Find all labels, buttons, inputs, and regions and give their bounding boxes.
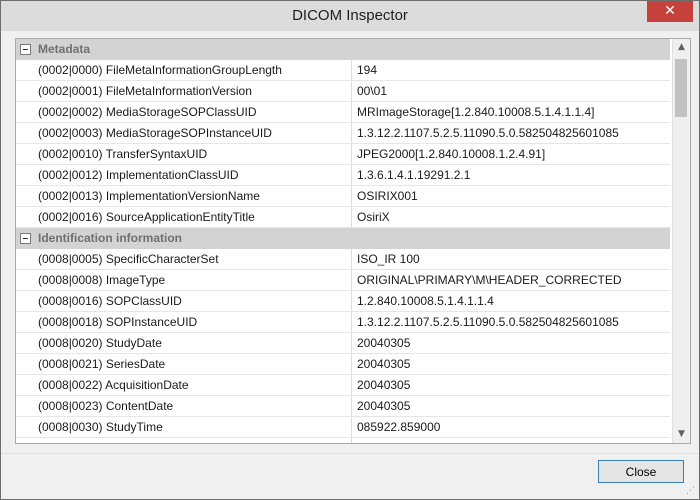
- footer-divider: [1, 453, 699, 454]
- property-value[interactable]: MRImageStorage[1.2.840.10008.5.1.4.1.1.4…: [352, 102, 670, 122]
- property-value[interactable]: 1.3.6.1.4.1.19291.2.1: [352, 165, 670, 185]
- window-title: DICOM Inspector: [292, 7, 408, 24]
- property-name: (0008|0018) SOPInstanceUID: [34, 312, 352, 332]
- property-name: (0002|0010) TransferSyntaxUID: [34, 144, 352, 164]
- scroll-thumb[interactable]: [675, 59, 687, 117]
- property-row[interactable]: (0008|0018) SOPInstanceUID 1.3.12.2.1107.…: [16, 312, 670, 333]
- category-label: Metadata: [38, 42, 91, 56]
- property-name: (0008|0022) AcquisitionDate: [34, 375, 352, 395]
- collapse-toggle-icon[interactable]: [20, 233, 31, 244]
- property-name: (0008|0005) SpecificCharacterSet: [34, 249, 352, 269]
- property-value[interactable]: 085922.859000: [352, 417, 670, 437]
- vertical-scrollbar[interactable]: ▲ ▼: [672, 39, 690, 443]
- scroll-down-icon[interactable]: ▼: [673, 426, 690, 443]
- resize-grip-icon[interactable]: ⋰: [686, 486, 696, 496]
- close-button[interactable]: Close: [598, 460, 684, 483]
- property-row[interactable]: (0002|0013) ImplementationVersionName OSI…: [16, 186, 670, 207]
- property-name: (0008|0030) StudyTime: [34, 417, 352, 437]
- dicom-inspector-window: DICOM Inspector ✕ Metadata (0002|0000) Fi…: [0, 0, 700, 500]
- property-row[interactable]: (0008|0030) StudyTime 085922.859000: [16, 417, 670, 438]
- property-name: (0002|0016) SourceApplicationEntityTitle: [34, 207, 352, 227]
- property-row[interactable]: (0008|0021) SeriesDate 20040305: [16, 354, 670, 375]
- property-row[interactable]: (0008|0022) AcquisitionDate 20040305: [16, 375, 670, 396]
- property-row[interactable]: (0008|0008) ImageType ORIGINAL\PRIMARY\M\…: [16, 270, 670, 291]
- property-value[interactable]: 1.3.12.2.1107.5.2.5.11090.5.0.5825048256…: [352, 312, 670, 332]
- property-row[interactable]: (0008|0020) StudyDate 20040305: [16, 333, 670, 354]
- property-rows: Metadata (0002|0000) FileMetaInformationG…: [16, 39, 670, 443]
- property-name: (0002|0001) FileMetaInformationVersion: [34, 81, 352, 101]
- property-value[interactable]: 00\01: [352, 81, 670, 101]
- scroll-up-icon[interactable]: ▲: [673, 39, 690, 56]
- property-value[interactable]: 1.3.12.2.1107.5.2.5.11090.5.0.5825048256…: [352, 123, 670, 143]
- property-value[interactable]: 20040305: [352, 375, 670, 395]
- category-row[interactable]: Metadata: [16, 39, 670, 60]
- collapse-toggle-icon[interactable]: [20, 44, 31, 55]
- property-row[interactable]: (0002|0000) FileMetaInformationGroupLeng…: [16, 60, 670, 81]
- property-name: (0002|0000) FileMetaInformationGroupLeng…: [34, 60, 352, 80]
- property-name: (0008|0023) ContentDate: [34, 396, 352, 416]
- property-name: (0002|0002) MediaStorageSOPClassUID: [34, 102, 352, 122]
- property-value[interactable]: ISO_IR 100: [352, 249, 670, 269]
- property-name: (0002|0013) ImplementationVersionName: [34, 186, 352, 206]
- property-row[interactable]: (0008|0016) SOPClassUID 1.2.840.10008.5.1…: [16, 291, 670, 312]
- property-name: (0008|0031) SeriesTime: [34, 438, 352, 443]
- property-value[interactable]: 20040305: [352, 333, 670, 353]
- property-row[interactable]: (0002|0002) MediaStorageSOPClassUID MRIma…: [16, 102, 670, 123]
- property-value[interactable]: ORIGINAL\PRIMARY\M\HEADER_CORRECTED: [352, 270, 670, 290]
- property-row[interactable]: (0002|0003) MediaStorageSOPInstanceUID 1.…: [16, 123, 670, 144]
- property-grid: Metadata (0002|0000) FileMetaInformationG…: [15, 38, 691, 444]
- property-row[interactable]: (0002|0012) ImplementationClassUID 1.3.6.…: [16, 165, 670, 186]
- property-value[interactable]: OSIRIX001: [352, 186, 670, 206]
- property-name: (0008|0020) StudyDate: [34, 333, 352, 353]
- property-row[interactable]: (0008|0023) ContentDate 20040305: [16, 396, 670, 417]
- property-name: (0008|0021) SeriesDate: [34, 354, 352, 374]
- close-window-icon[interactable]: ✕: [647, 1, 693, 22]
- property-row[interactable]: (0008|0031) SeriesTime091357.375000: [16, 438, 670, 443]
- property-value[interactable]: 091357.375000: [352, 438, 670, 443]
- property-row[interactable]: (0002|0016) SourceApplicationEntityTitle…: [16, 207, 670, 228]
- property-name: (0002|0003) MediaStorageSOPInstanceUID: [34, 123, 352, 143]
- property-name: (0008|0016) SOPClassUID: [34, 291, 352, 311]
- property-value[interactable]: 20040305: [352, 396, 670, 416]
- property-row[interactable]: (0002|0001) FileMetaInformationVersion 00…: [16, 81, 670, 102]
- property-value[interactable]: 20040305: [352, 354, 670, 374]
- property-value[interactable]: 194: [352, 60, 670, 80]
- category-row[interactable]: Identification information: [16, 228, 670, 249]
- category-label: Identification information: [38, 231, 182, 245]
- property-value[interactable]: OsiriX: [352, 207, 670, 227]
- property-name: (0002|0012) ImplementationClassUID: [34, 165, 352, 185]
- property-value[interactable]: 1.2.840.10008.5.1.4.1.1.4: [352, 291, 670, 311]
- property-name: (0008|0008) ImageType: [34, 270, 352, 290]
- property-row[interactable]: (0002|0010) TransferSyntaxUID JPEG2000[1.…: [16, 144, 670, 165]
- client-area: Metadata (0002|0000) FileMetaInformationG…: [9, 31, 691, 453]
- property-row[interactable]: (0008|0005) SpecificCharacterSet ISO_IR 1…: [16, 249, 670, 270]
- title-bar[interactable]: DICOM Inspector ✕: [1, 1, 699, 31]
- property-value[interactable]: JPEG2000[1.2.840.10008.1.2.4.91]: [352, 144, 670, 164]
